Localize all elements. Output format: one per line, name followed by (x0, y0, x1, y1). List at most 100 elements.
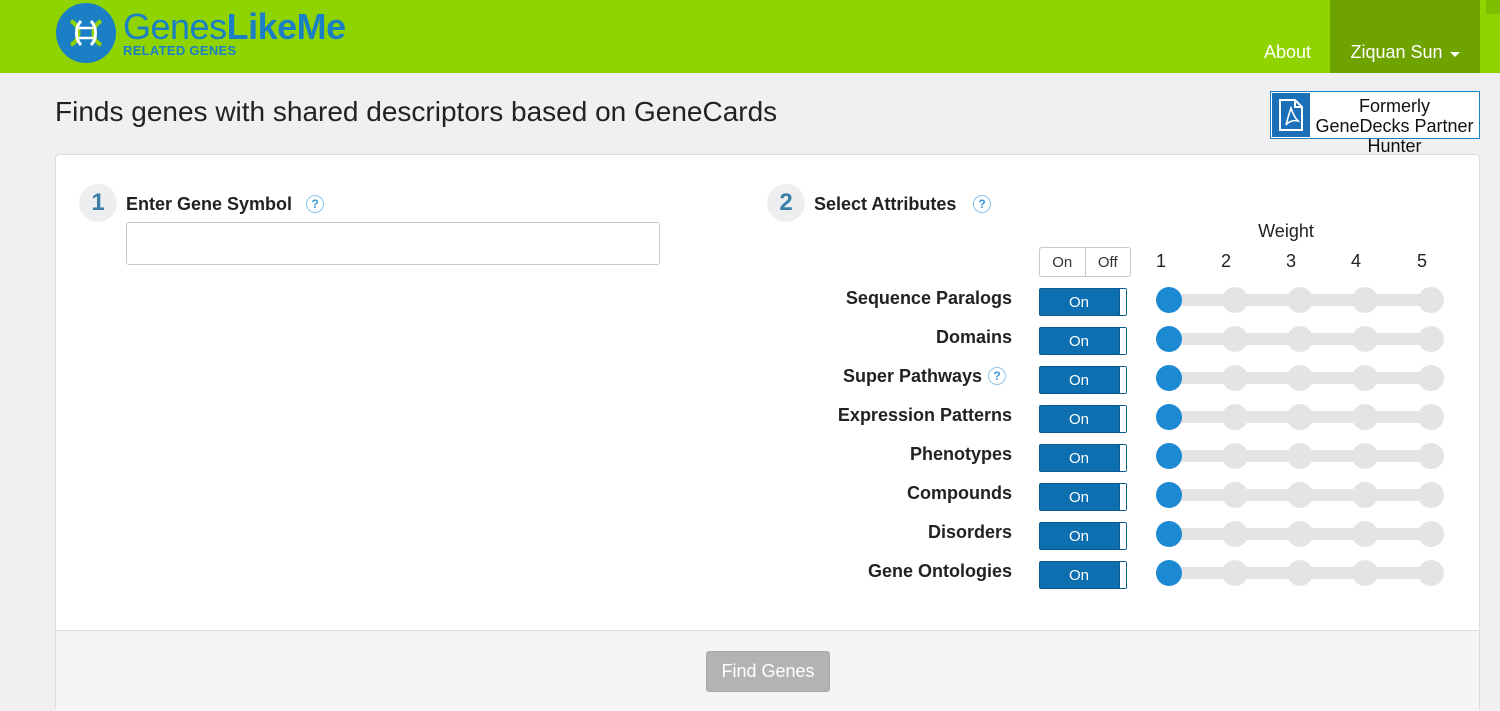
search-panel: 1 Enter Gene Symbol ? 2 Select Attribute… (55, 154, 1480, 711)
weight-slider-stop (1418, 326, 1444, 352)
attribute-label: Disorders (927, 522, 1012, 542)
attribute-label: Super Pathways (842, 366, 982, 386)
weight-slider-stop (1222, 365, 1248, 391)
weight-slider-stop (1418, 404, 1444, 430)
weight-slider-stop (1352, 482, 1378, 508)
attributes-help-icon[interactable]: ? (973, 195, 991, 213)
weight-slider-stop (1418, 443, 1444, 469)
step-1-badge: 1 (79, 184, 117, 222)
weight-slider-stop (1287, 287, 1313, 313)
attribute-row: Compounds On (56, 481, 1479, 511)
step-2-label: Select Attributes (814, 194, 957, 214)
attribute-on-off-switch[interactable]: On (1039, 366, 1127, 394)
panel-footer: Find Genes (56, 630, 1479, 711)
attribute-row: Phenotypes On (56, 442, 1479, 472)
geneslikeme-logo[interactable]: GenesLikeMe RELATED GENES (55, 2, 346, 64)
top-navbar: GenesLikeMe RELATED GENES About Ziquan S… (0, 0, 1500, 73)
attribute-on-off-switch[interactable]: On (1039, 288, 1127, 316)
all-off-button[interactable]: Off (1084, 248, 1131, 276)
attribute-on-off-switch[interactable]: On (1039, 327, 1127, 355)
gene-symbol-help-icon[interactable]: ? (306, 195, 324, 213)
page-title: Finds genes with shared descriptors base… (55, 96, 778, 127)
attribute-label: Sequence Paralogs (845, 288, 1012, 308)
find-genes-button[interactable]: Find Genes (706, 651, 830, 692)
weight-slider-stop (1352, 365, 1378, 391)
attribute-on-off-switch[interactable]: On (1039, 444, 1127, 472)
attribute-on-off-switch[interactable]: On (1039, 522, 1127, 550)
user-menu-dropdown[interactable]: Ziquan Sun (1330, 0, 1480, 73)
switch-state-label: On (1068, 488, 1089, 506)
attribute-row: ? Super Pathways On (56, 364, 1479, 394)
weight-slider-stop (1352, 443, 1378, 469)
toggle-all-group: On Off (1039, 247, 1131, 277)
weight-slider-stop (1352, 521, 1378, 547)
weight-slider-stop (1287, 443, 1313, 469)
gene-symbol-input[interactable] (126, 222, 660, 265)
caret-down-icon (1449, 52, 1460, 57)
switch-state-label: On (1068, 371, 1089, 389)
pdf-document-link[interactable]: Formerly GeneDecks Partner Hunter (1270, 91, 1480, 156)
weight-slider-handle[interactable] (1156, 287, 1182, 313)
user-name: Ziquan Sun (1350, 42, 1443, 62)
weight-slider-handle[interactable] (1156, 482, 1182, 508)
dna-logo-icon (56, 3, 116, 63)
logo-word-genes: Genes (123, 6, 227, 47)
switch-state-label: On (1068, 410, 1089, 428)
weight-slider-stop (1287, 482, 1313, 508)
weight-slider-handle[interactable] (1156, 521, 1182, 547)
attribute-row: Expression Patterns On (56, 403, 1479, 433)
switch-handle (1119, 328, 1126, 354)
switch-state-label: On (1068, 566, 1089, 584)
logo-wordmark: GenesLikeMe (123, 8, 346, 46)
weight-level-1: 1 (1155, 251, 1166, 271)
nav-about-link[interactable]: About (1245, 0, 1330, 73)
attribute-row: Domains On (56, 325, 1479, 355)
weight-slider-handle[interactable] (1156, 560, 1182, 586)
weight-slider-stop (1418, 521, 1444, 547)
attribute-label: Phenotypes (909, 444, 1012, 464)
weight-level-3: 3 (1285, 251, 1296, 271)
all-on-button[interactable]: On (1040, 248, 1085, 276)
switch-state-label: On (1068, 332, 1089, 350)
weight-slider-stop (1418, 287, 1444, 313)
attribute-help-icon[interactable]: ? (988, 367, 1006, 385)
attribute-on-off-switch[interactable]: On (1039, 561, 1127, 589)
weight-slider-stop (1287, 404, 1313, 430)
weight-level-4: 4 (1350, 251, 1361, 271)
attribute-label: Expression Patterns (837, 405, 1012, 425)
attribute-row: Sequence Paralogs On (56, 286, 1479, 316)
attribute-on-off-switch[interactable]: On (1039, 483, 1127, 511)
weight-slider-stop (1222, 560, 1248, 586)
attribute-on-off-switch[interactable]: On (1039, 405, 1127, 433)
weight-slider-stop (1287, 326, 1313, 352)
weight-slider-stop (1352, 326, 1378, 352)
attribute-label: Compounds (907, 483, 1012, 503)
weight-slider-stop (1287, 560, 1313, 586)
step-2-badge: 2 (767, 184, 805, 222)
weight-level-2: 2 (1220, 251, 1231, 271)
attribute-row: Disorders On (56, 520, 1479, 550)
switch-handle (1119, 484, 1126, 510)
attribute-row: Gene Ontologies On (56, 559, 1479, 589)
switch-handle (1119, 367, 1126, 393)
weight-slider-handle[interactable] (1156, 443, 1182, 469)
weight-slider-stop (1418, 560, 1444, 586)
pdf-icon-glyph (1279, 99, 1303, 131)
switch-handle (1119, 289, 1126, 315)
weight-slider-stop (1418, 365, 1444, 391)
switch-state-label: On (1068, 527, 1089, 545)
attribute-label: Domains (935, 327, 1012, 347)
weight-slider-stop (1222, 404, 1248, 430)
weight-slider-stop (1418, 482, 1444, 508)
weight-slider-handle[interactable] (1156, 326, 1182, 352)
switch-state-label: On (1068, 293, 1089, 311)
weight-heading: Weight (1258, 221, 1314, 241)
weight-slider-stop (1352, 560, 1378, 586)
weight-slider-stop (1352, 287, 1378, 313)
switch-handle (1119, 445, 1126, 471)
weight-slider-stop (1222, 521, 1248, 547)
pdf-link-text: Formerly GeneDecks Partner Hunter (1315, 96, 1474, 156)
weight-slider-handle[interactable] (1156, 365, 1182, 391)
weight-slider-handle[interactable] (1156, 404, 1182, 430)
attribute-label: Gene Ontologies (867, 561, 1012, 581)
